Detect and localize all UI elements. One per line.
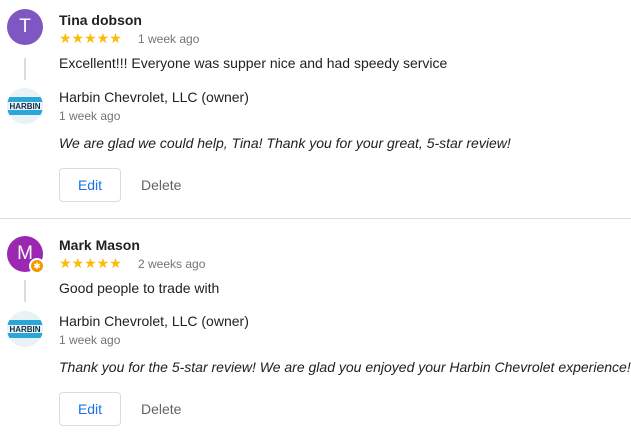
review-card: T Tina dobson ★★★★★ 1 week ago Excellent… [0,0,631,218]
thread-line [24,280,26,302]
thread-line [24,58,26,80]
reviewer-avatar[interactable]: T [7,9,43,45]
edit-label: Edit [77,401,103,417]
owner-logo: HARBIN [7,311,43,347]
svg-text:HARBIN: HARBIN [9,102,40,111]
owner-name: Harbin Chevrolet, LLC (owner) [59,89,249,105]
harbin-logo-icon: HARBIN [7,311,43,347]
owner-reply-text: Thank you for the 5-star review! We are … [59,359,631,375]
review-text: Good people to trade with [59,280,220,296]
delete-label: Delete [141,401,182,417]
avatar-letter: T [19,16,31,37]
owner-logo: HARBIN [7,88,43,124]
owner-reply-time: 1 week ago [59,333,121,347]
delete-button[interactable]: Delete [141,392,181,426]
star-rating: ★★★★★ [59,255,122,271]
delete-label: Delete [141,177,182,193]
local-guide-badge-icon: ✱ [29,258,45,274]
edit-label: Edit [77,177,103,193]
harbin-logo-icon: HARBIN [7,88,43,124]
edit-button[interactable]: Edit [59,168,121,202]
review-text: Excellent!!! Everyone was supper nice an… [59,55,448,71]
review-time: 2 weeks ago [138,257,206,271]
review-time: 1 week ago [138,32,200,46]
review-card: M ✱ Mark Mason ★★★★★ 2 weeks ago Good pe… [0,219,631,437]
delete-button[interactable]: Delete [141,168,181,202]
reviewer-name[interactable]: Tina dobson [59,12,142,28]
owner-name: Harbin Chevrolet, LLC (owner) [59,313,249,329]
owner-reply-text: We are glad we could help, Tina! Thank y… [59,135,511,151]
star-rating: ★★★★★ [59,30,122,46]
owner-reply-time: 1 week ago [59,109,121,123]
edit-button[interactable]: Edit [59,392,121,426]
svg-text:HARBIN: HARBIN [9,325,40,334]
reviewer-name[interactable]: Mark Mason [59,237,140,253]
